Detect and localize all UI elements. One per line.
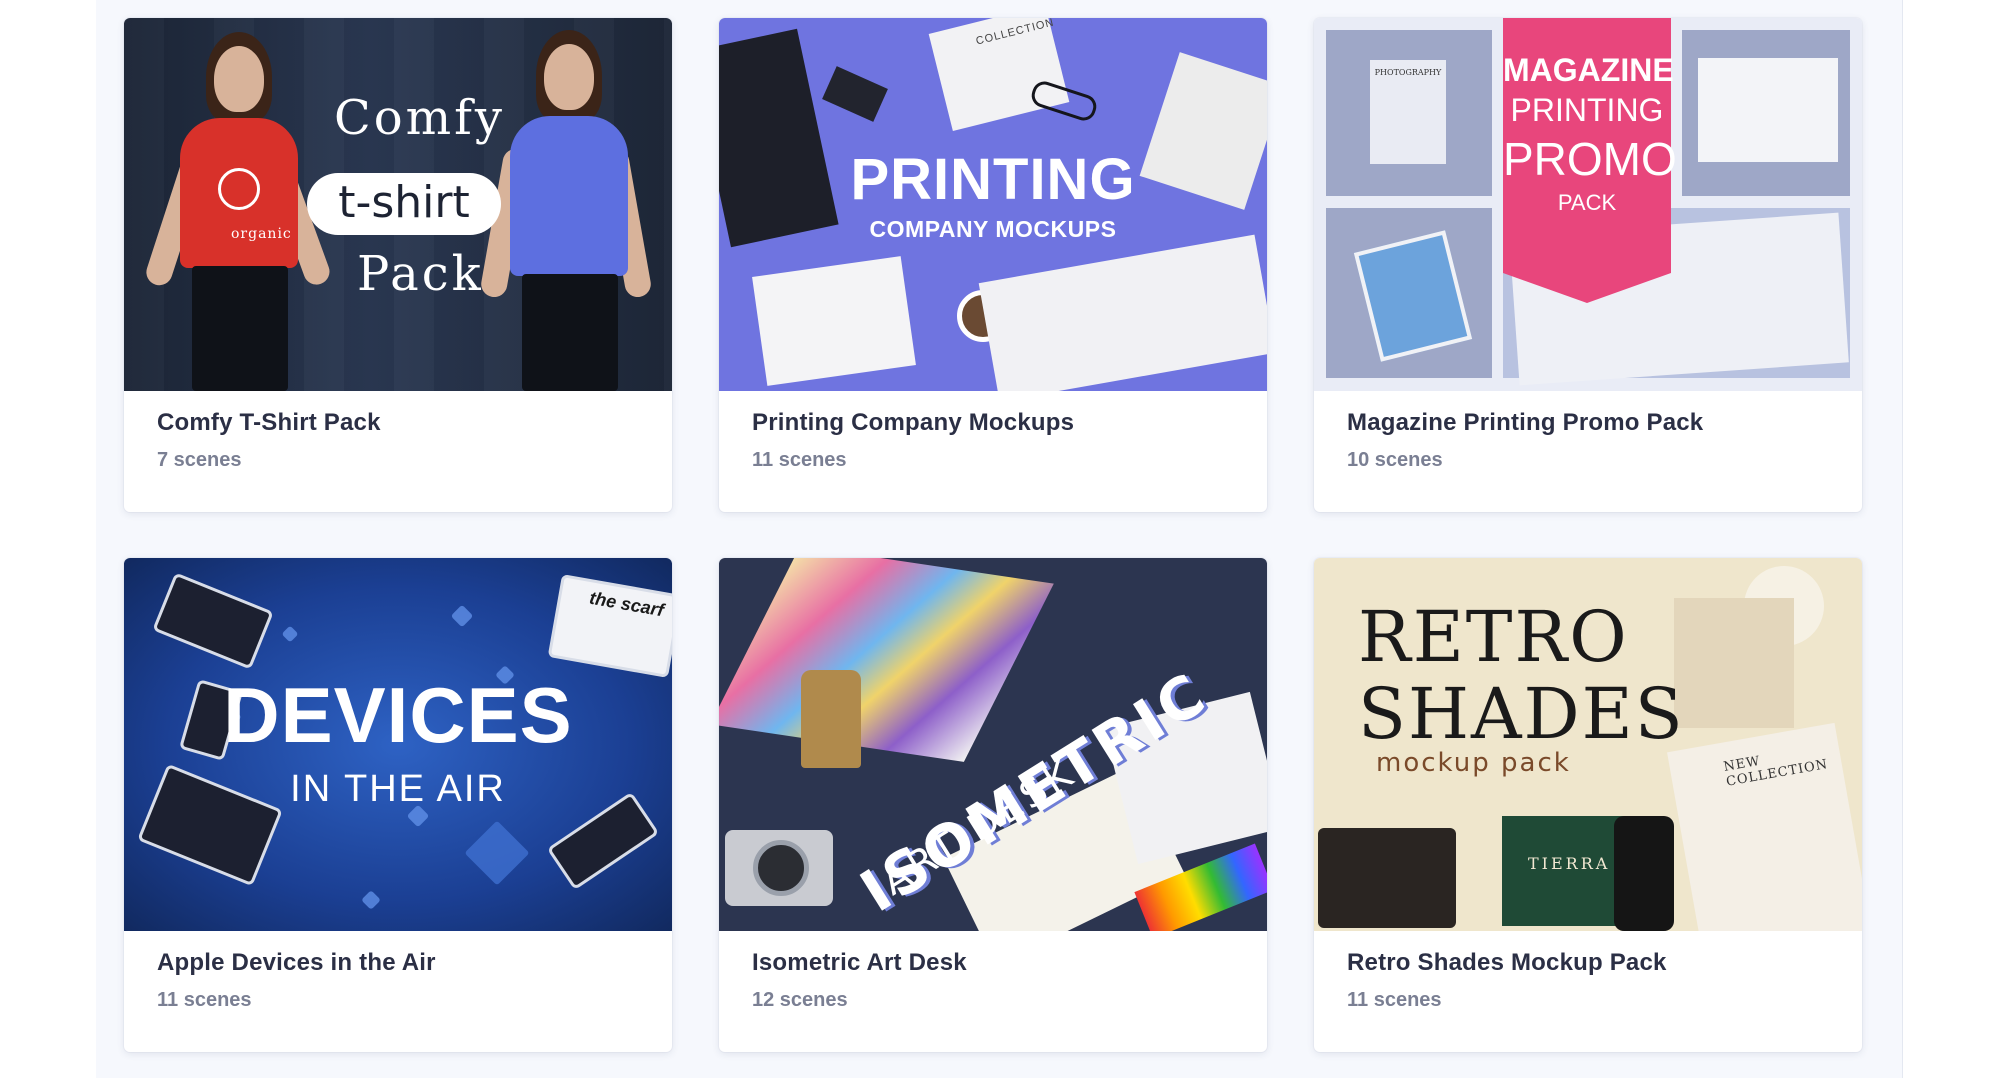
product-thumbnail[interactable]: RETRO SHADES mockup pack NEW COLLECTION … [1314,558,1862,931]
magazine-cover-label: PHOTOGRAPHY [1374,68,1442,77]
scene-count: 12 scenes [752,989,848,1011]
open-magazine [752,256,916,386]
scene-count: 7 scenes [157,449,242,471]
product-title[interactable]: Isometric Art Desk [752,949,1234,977]
laptop [1318,828,1456,928]
beige-leaf-card [1674,598,1794,728]
product-title[interactable]: Apple Devices in the Air [157,949,639,977]
thumbnail-subline: SHADES [1358,673,1685,755]
product-thumbnail[interactable]: Comfy t-shirt Pack organic [124,18,672,391]
thumbnail-headline: DEVICES [223,671,573,759]
black-notebook [719,28,839,248]
product-card-printing-company[interactable]: COLLECTION PRINTING COMPANY MOCKUPS Prin… [719,18,1267,512]
product-thumbnail[interactable]: the scarf DEVICES IN THE AIR [124,558,672,931]
promo-banner-tip [1503,273,1671,303]
thumbnail-subline: IN THE AIR [290,768,506,810]
product-card-isometric-art[interactable]: ISOMETRIC ART DESK Isometric Art Desk 12… [719,558,1267,1052]
thumbnail-headline: Comfy [334,90,506,146]
product-thumbnail[interactable]: PHOTOGRAPHY MAGAZINE PRINTING PROMO PACK [1314,18,1862,391]
thumbnail-headline-pill: t-shirt [307,173,501,235]
phone [1614,816,1674,931]
scene-count: 11 scenes [1347,989,1442,1011]
open-spread [1698,58,1838,162]
business-cards [822,66,888,122]
model-right [474,18,654,391]
thumbnail-headline: PRINTING [850,147,1136,212]
panel-divider [1902,0,1903,1078]
scene-count: 11 scenes [752,449,847,471]
camera-lens [753,840,809,896]
product-card-retro-shades[interactable]: RETRO SHADES mockup pack NEW COLLECTION … [1314,558,1862,1052]
thumbnail-subline: Pack [357,246,484,302]
imac-device [547,574,672,678]
product-title[interactable]: Retro Shades Mockup Pack [1347,949,1829,977]
shirt-brand-text: organic [231,226,292,242]
product-grid: Comfy t-shirt Pack organic Comfy T-Shirt… [124,18,1862,1052]
product-thumbnail[interactable]: ISOMETRIC ART DESK [719,558,1267,931]
product-card-magazine-printing[interactable]: PHOTOGRAPHY MAGAZINE PRINTING PROMO PACK… [1314,18,1862,512]
open-catalog [978,234,1267,391]
thumbnail-subline-3: PACK [1557,190,1617,215]
thumbnail-headline: RETRO [1358,596,1629,678]
thumbnail-headline: MAGAZINE [1503,52,1674,88]
brass-lantern [801,670,861,768]
model-left [143,18,334,391]
thumbnail-subline: COMPANY MOCKUPS [869,216,1117,242]
product-title[interactable]: Magazine Printing Promo Pack [1347,409,1829,437]
product-title[interactable]: Comfy T-Shirt Pack [157,409,639,437]
product-card-apple-devices[interactable]: the scarf DEVICES IN THE AIR Apple Devic… [124,558,672,1052]
green-card-brand: TIERRA [1528,854,1611,873]
thumbnail-subline: PRINTING [1510,92,1664,128]
scene-count: 11 scenes [157,989,252,1011]
product-card-comfy-tshirt[interactable]: Comfy t-shirt Pack organic Comfy T-Shirt… [124,18,672,512]
thumbnail-subline-2: mockup pack [1376,748,1571,778]
ipad-device [152,572,274,670]
product-thumbnail[interactable]: COLLECTION PRINTING COMPANY MOCKUPS [719,18,1267,391]
abstract-painting [719,558,1054,762]
scene-count: 10 scenes [1347,449,1443,471]
thumbnail-subline-2: PROMO [1503,133,1677,185]
product-title[interactable]: Printing Company Mockups [752,409,1234,437]
